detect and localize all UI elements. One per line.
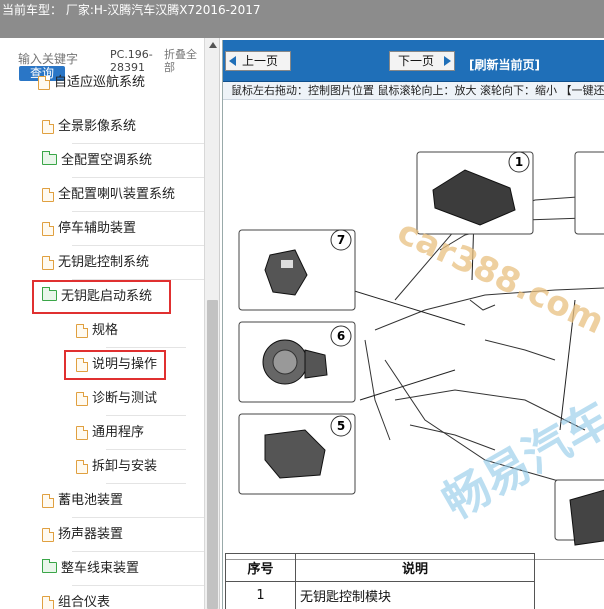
tree-item-ac[interactable]: 全配置空调系统	[42, 144, 219, 178]
next-page-button[interactable]: 下一页	[389, 51, 455, 71]
arrow-left-icon	[229, 56, 236, 66]
doc-icon	[42, 119, 54, 134]
highlight-description-operation	[64, 350, 166, 380]
tree-item-specs[interactable]: 规格	[76, 314, 186, 348]
doc-icon	[42, 221, 54, 236]
app-window: 当前车型： 厂家:H-汉腾汽车汉腾X72016-2017 查询 PC.196-2…	[0, 0, 604, 609]
tree-item-removal-install[interactable]: 拆卸与安装	[76, 450, 186, 484]
car-model-bar: 当前车型： 厂家:H-汉腾汽车汉腾X72016-2017	[0, 0, 604, 38]
prev-page-button[interactable]: 上一页	[225, 51, 291, 71]
scrollbar-thumb[interactable]	[207, 300, 218, 609]
doc-icon	[42, 255, 54, 270]
tree-item-panoramic[interactable]: 全景影像系统	[42, 110, 219, 144]
table-row: 1 无钥匙控制模块	[225, 581, 535, 609]
refresh-page-link[interactable]: [刷新当前页]	[469, 56, 540, 73]
leader-line-5	[359, 369, 456, 401]
callout-6: 6	[337, 329, 345, 343]
tree-item-harness[interactable]: 整车线束装置	[42, 552, 219, 586]
doc-icon	[42, 493, 54, 508]
part-box-right	[574, 151, 604, 235]
table-header-no: 序号	[225, 553, 296, 582]
doc-icon	[42, 595, 54, 609]
doc-icon	[38, 75, 50, 90]
tree-item-adaptive-cruise[interactable]: 自适应巡航系统	[38, 66, 218, 100]
bottom-part	[569, 489, 604, 546]
car-detail-line	[484, 339, 556, 361]
highlight-keyless-start	[32, 280, 171, 314]
tree-item-diagnosis[interactable]: 诊断与测试	[76, 382, 186, 416]
car-side-line	[364, 339, 391, 441]
usage-hint: 鼠标左右拖动：控制图片位置 鼠标滚轮向上：放大 滚轮向下：缩小 【一键还原】	[223, 82, 604, 100]
component-diagram[interactable]: 1 7 6 5 car388.com 畅易汽车	[225, 100, 604, 560]
doc-icon	[42, 187, 54, 202]
diagram-svg: 1 7 6 5 car388.com 畅易汽车	[238, 151, 604, 546]
callout-1: 1	[515, 155, 523, 169]
doc-icon	[76, 323, 88, 338]
folder-icon	[42, 559, 57, 573]
part-table: 序号 说明 1 无钥匙控制模块	[225, 553, 535, 609]
tree-item-speaker[interactable]: 扬声器装置	[42, 518, 219, 552]
doc-icon	[76, 425, 88, 440]
car-antenna-line	[469, 299, 496, 311]
folder-icon	[42, 151, 57, 165]
content-panel: 上一页 下一页 [刷新当前页] 鼠标左右拖动：控制图片位置 鼠标滚轮向上：放大 …	[222, 40, 604, 609]
tree-item-battery[interactable]: 蓄电池装置	[42, 484, 219, 518]
doc-icon	[76, 391, 88, 406]
table-cell-desc: 无钥匙控制模块	[295, 581, 535, 609]
start-button-face	[272, 349, 298, 375]
tree-item-cluster[interactable]: 组合仪表	[42, 586, 219, 609]
key-button-part	[281, 260, 293, 268]
callout-7: 7	[337, 233, 345, 247]
car-light-line	[409, 424, 496, 451]
tree-item-horn[interactable]: 全配置喇叭装置系统	[42, 178, 219, 212]
table-header-row: 序号 说明	[225, 553, 535, 582]
table-cell-no: 1	[225, 581, 296, 609]
search-input[interactable]	[18, 52, 104, 66]
tree-item-general-procedure[interactable]: 通用程序	[76, 416, 186, 450]
start-button-connector	[304, 349, 328, 379]
scroll-up-icon[interactable]	[209, 42, 217, 48]
doc-icon	[42, 527, 54, 542]
table-header-desc: 说明	[295, 553, 535, 582]
page-toolbar: 上一页 下一页 [刷新当前页]	[223, 40, 604, 82]
sidebar-scrollbar[interactable]	[204, 38, 219, 609]
car-model-title: 当前车型： 厂家:H-汉腾汽车汉腾X72016-2017	[2, 3, 261, 17]
tree-item-parking-assist[interactable]: 停车辅助装置	[42, 212, 219, 246]
doc-icon	[76, 459, 88, 474]
arrow-right-icon	[444, 56, 451, 66]
tree-item-keyless-control[interactable]: 无钥匙控制系统	[42, 246, 219, 280]
callout-5: 5	[337, 419, 345, 433]
sidebar: 查询 PC.196-28391 折叠全部 自适应巡航系统 全景影像系统 全配置空…	[0, 38, 220, 609]
